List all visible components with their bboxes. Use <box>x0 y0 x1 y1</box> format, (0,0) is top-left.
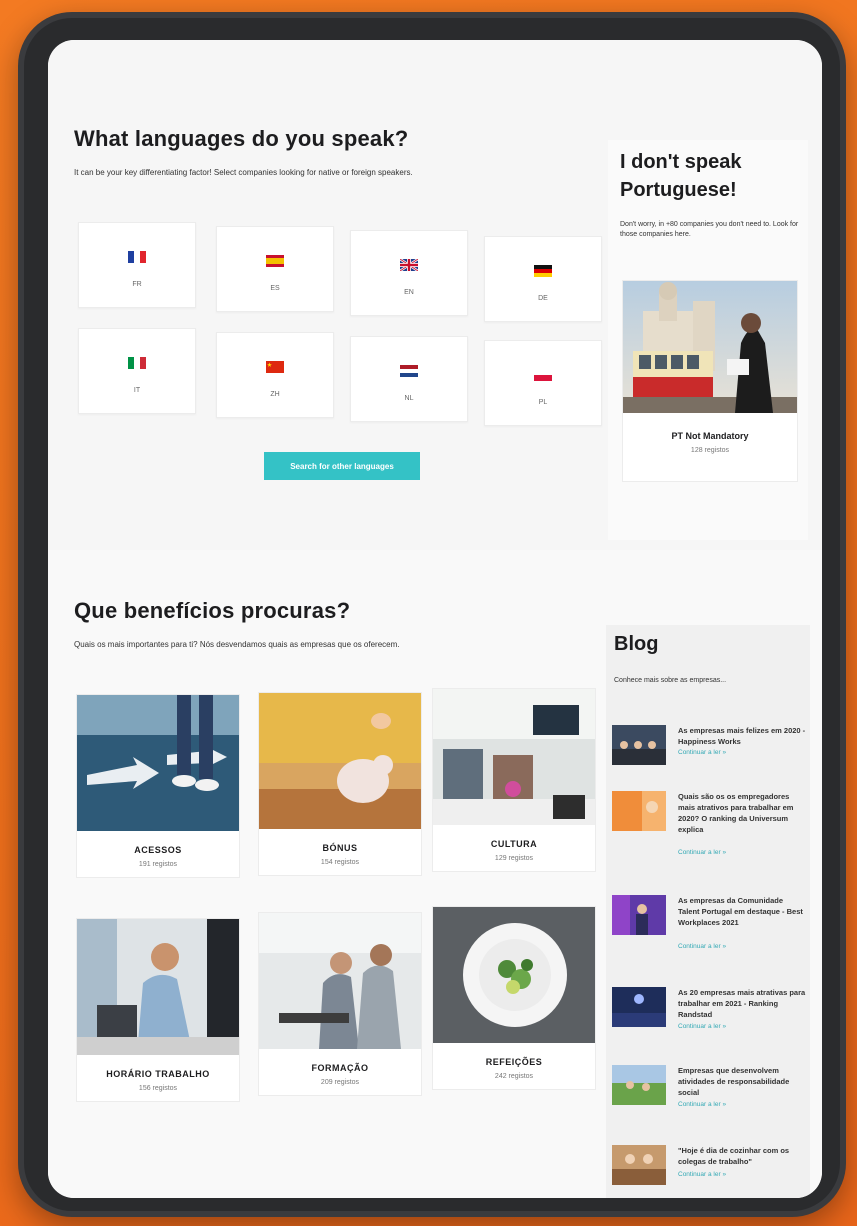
netherlands-flag-icon <box>400 365 418 377</box>
benefits-subtitle: Quais os mais importantes para ti? Nós d… <box>74 640 400 649</box>
benefit-count: 242 registos <box>494 1073 534 1080</box>
continue-reading-link[interactable]: Continuar a ler » <box>678 1023 726 1030</box>
benefit-image <box>77 919 239 1055</box>
continue-reading-link[interactable]: Continuar a ler » <box>678 943 726 950</box>
benefits-section: Que benefícios procuras? Quais os mais i… <box>48 550 822 1198</box>
language-card-nl[interactable]: NL <box>350 336 468 422</box>
language-card-it[interactable]: IT <box>78 328 196 414</box>
italy-flag-icon <box>128 357 146 369</box>
language-code: NL <box>404 395 414 402</box>
pt-not-mandatory-card[interactable]: PT Not Mandatory 128 registos <box>622 280 798 482</box>
benefit-image <box>259 693 421 829</box>
blog-thumbnail <box>612 1145 666 1185</box>
blog-thumbnail <box>612 895 666 935</box>
language-code: FR <box>132 281 142 288</box>
pt-card-count: 128 registos <box>690 447 730 454</box>
portuguese-box-text: Don't worry, in +80 companies you don't … <box>620 221 799 238</box>
search-other-languages-button[interactable]: Search for other languages <box>264 452 420 480</box>
continue-reading-link[interactable]: Continuar a ler » <box>678 1171 726 1178</box>
languages-title: What languages do you speak? <box>74 126 409 151</box>
continue-reading-link[interactable]: Continuar a ler » <box>678 849 726 856</box>
benefit-count: 154 registos <box>320 859 360 866</box>
blog-thumbnail <box>612 791 666 831</box>
language-card-fr[interactable]: FR <box>78 222 196 308</box>
uk-flag-icon <box>400 259 418 271</box>
screen: What languages do you speak? It can be y… <box>48 40 822 1198</box>
continue-reading-link[interactable]: Continuar a ler » <box>678 749 726 756</box>
lisbon-tram-image <box>623 281 797 413</box>
benefit-name: ACESSOS <box>134 845 182 855</box>
benefits-title: Que benefícios procuras? <box>74 598 351 623</box>
blog-post-title: As empresas mais felizes em 2020 - Happi… <box>678 726 806 746</box>
blog-post-title: Quais são os os empregadores mais atrati… <box>678 792 794 834</box>
blog-post-title: Empresas que desenvolvem atividades de r… <box>678 1066 790 1097</box>
china-flag-icon <box>266 361 284 373</box>
benefit-count: 156 registos <box>138 1085 178 1092</box>
language-code: IT <box>133 387 141 394</box>
benefit-card-acessos[interactable]: ACESSOS 191 registos <box>76 694 240 878</box>
language-card-pl[interactable]: PL <box>484 340 602 426</box>
benefit-image <box>77 695 239 831</box>
blog-title: Blog <box>614 633 659 655</box>
blog-thumbnail <box>612 725 666 765</box>
language-code: EN <box>404 289 414 296</box>
france-flag-icon <box>128 251 146 263</box>
language-code: PL <box>538 399 548 406</box>
language-code: ES <box>270 285 280 292</box>
spain-flag-icon <box>266 255 284 267</box>
benefit-card-formacao[interactable]: FORMAÇÃO 209 registos <box>258 912 422 1096</box>
benefit-count: 209 registos <box>320 1079 360 1086</box>
language-code: ZH <box>270 391 280 398</box>
benefit-name: CULTURA <box>490 839 538 849</box>
blog-post-title: As 20 empresas mais atrativas para traba… <box>678 988 806 1019</box>
benefit-image <box>433 689 595 825</box>
benefit-card-horario-trabalho[interactable]: HORÁRIO TRABALHO 156 registos <box>76 918 240 1102</box>
germany-flag-icon <box>534 265 552 277</box>
benefit-name: REFEIÇÕES <box>485 1057 543 1067</box>
blog-post-title: As empresas da Comunidade Talent Portuga… <box>678 896 803 927</box>
benefit-name: FORMAÇÃO <box>311 1063 369 1073</box>
benefit-card-bonus[interactable]: BÓNUS 154 registos <box>258 692 422 876</box>
portuguese-box-title: I don't speak Portuguese! <box>620 151 742 201</box>
language-card-de[interactable]: DE <box>484 236 602 322</box>
benefit-card-cultura[interactable]: CULTURA 129 registos <box>432 688 596 872</box>
benefit-count: 191 registos <box>138 861 178 868</box>
benefit-count: 129 registos <box>494 855 534 862</box>
language-card-zh[interactable]: ZH <box>216 332 334 418</box>
language-card-en[interactable]: EN <box>350 230 468 316</box>
blog-thumbnail <box>612 1065 666 1105</box>
benefit-card-refeicoes[interactable]: REFEIÇÕES 242 registos <box>432 906 596 1090</box>
blog-sidebar: Blog Conhece mais sobre as empresas... A… <box>606 625 810 1198</box>
benefit-name: BÓNUS <box>322 843 358 853</box>
benefit-image <box>259 913 421 1049</box>
languages-subtitle: It can be your key differentiating facto… <box>74 168 413 177</box>
blog-thumbnail <box>612 987 666 1027</box>
languages-section: What languages do you speak? It can be y… <box>48 40 822 550</box>
blog-post-title: "Hoje é dia de cozinhar com os colegas d… <box>678 1146 790 1166</box>
portuguese-box: I don't speak Portuguese! Don't worry, i… <box>608 140 808 540</box>
language-card-es[interactable]: ES <box>216 226 334 312</box>
language-code: DE <box>538 295 548 302</box>
continue-reading-link[interactable]: Continuar a ler » <box>678 1101 726 1108</box>
pt-card-name: PT Not Mandatory <box>671 431 749 441</box>
blog-subtitle: Conhece mais sobre as empresas... <box>614 677 727 684</box>
benefit-image <box>433 907 595 1043</box>
benefit-name: HORÁRIO TRABALHO <box>106 1069 210 1079</box>
poland-flag-icon <box>534 369 552 381</box>
